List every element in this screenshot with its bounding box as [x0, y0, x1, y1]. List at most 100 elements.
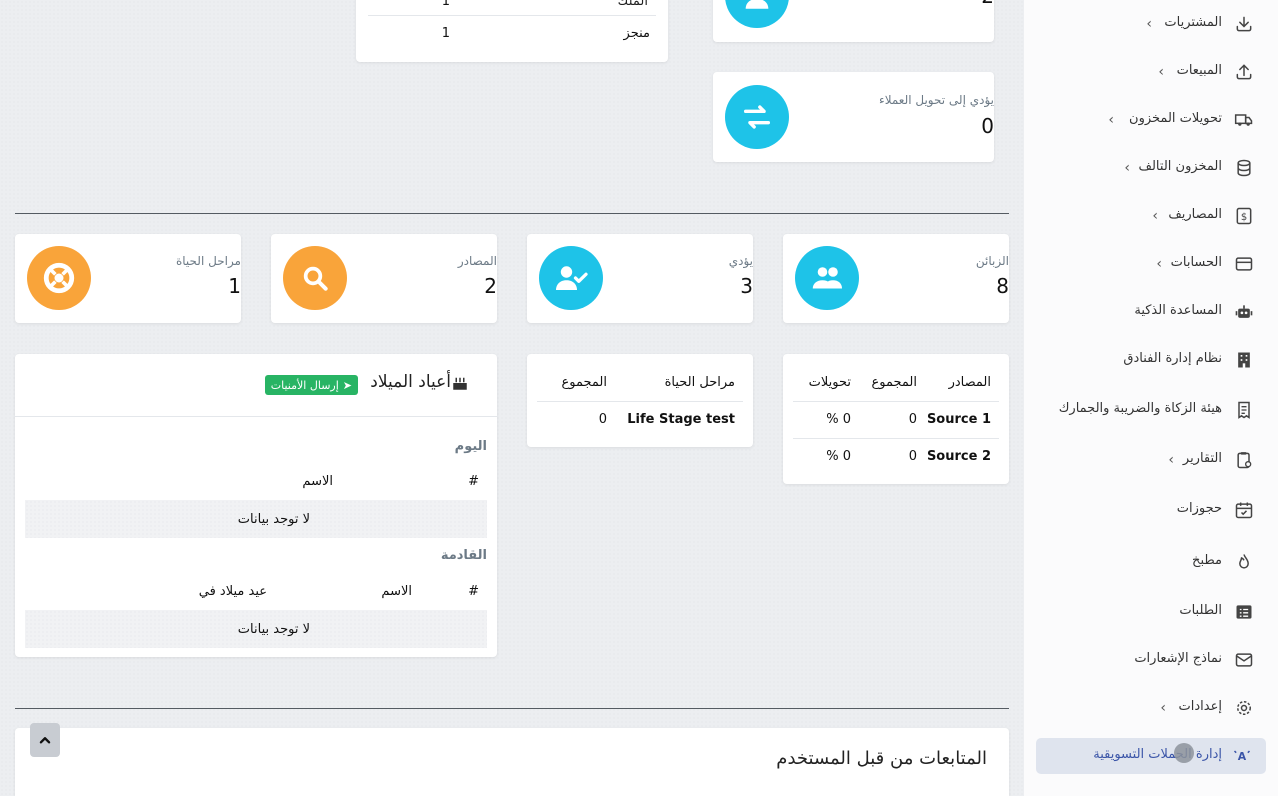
sidebar-item-label: نماذج الإشعارات: [1134, 651, 1222, 666]
column-header: مراحل الحياة: [664, 375, 735, 390]
empty-message: لا توجد بيانات: [237, 622, 310, 637]
stat-card-life-stages: مراحل الحياة 1: [15, 234, 241, 323]
sidebar-item-label: هيئة الزكاة والضريبة والجمارك: [1058, 401, 1222, 416]
sidebar-item-zakat-authority[interactable]: هيئة الزكاة والضريبة والجمارك: [1024, 392, 1278, 428]
table-cell: 0 %: [826, 412, 851, 427]
card-header-divider: [15, 416, 497, 417]
robot-icon: [1235, 305, 1253, 318]
sources-table-card: المصادر المجموع تحويلات Source 1 0 0 % S…: [783, 354, 1009, 484]
sidebar-item-sales[interactable]: المبيعات ›: [1024, 54, 1278, 90]
send-wishes-label: إرسال الأمنيات: [270, 378, 339, 392]
table-cell: 0: [908, 449, 917, 464]
upload-icon: [1236, 64, 1252, 80]
chevron-icon: ›: [1108, 112, 1114, 128]
sidebar-item-hotel-management[interactable]: نظام إدارة الفنادق: [1024, 342, 1278, 378]
exchange-icon: [725, 85, 789, 149]
chevron-icon: ›: [1146, 16, 1152, 32]
sidebar-item-label: المشتريات: [1164, 15, 1222, 30]
table-cell-label: منجز: [623, 26, 650, 41]
sidebar-item-settings[interactable]: إعدادات ›: [1024, 690, 1278, 726]
user-check-icon: [539, 246, 603, 310]
telegram-icon: ➤: [342, 378, 352, 392]
sidebar-item-expenses[interactable]: $ المصاريف ›: [1024, 198, 1278, 234]
sidebar-item-smart-assistant[interactable]: المساعدة الذكية: [1024, 294, 1278, 330]
stat-label: مراحل الحياة: [175, 254, 241, 268]
upcoming-label: القادمة: [440, 548, 487, 563]
stat-value: 2: [981, 0, 994, 8]
sidebar-item-bookings[interactable]: حجوزات: [1024, 492, 1278, 528]
lifebuoy-icon: [27, 246, 91, 310]
sidebar-item-kitchen[interactable]: مطبخ: [1024, 544, 1278, 580]
sidebar-item-orders[interactable]: الطلبات: [1024, 594, 1278, 630]
birthdays-title: أعياد الميلاد: [370, 372, 451, 392]
translate-icon: A: [1233, 750, 1251, 763]
scroll-to-top-button[interactable]: [30, 723, 60, 757]
stat-card-customers: الزبائن 8: [783, 234, 1009, 323]
send-wishes-button[interactable]: ➤ إرسال الأمنيات: [264, 375, 358, 395]
column-header: #: [468, 474, 479, 489]
credit-card-icon: [1235, 257, 1253, 271]
chevron-icon: ›: [1152, 208, 1158, 224]
column-header: الاسم: [302, 474, 333, 489]
sidebar-item-label: مطبخ: [1192, 553, 1222, 568]
sidebar-item-label: المصاريف: [1168, 207, 1222, 222]
column-header: تحويلات: [808, 375, 851, 390]
chevron-icon: ›: [1156, 256, 1162, 272]
stat-label: يؤدي إلى تحويل العملاء: [879, 93, 994, 107]
empty-message: لا توجد بيانات: [237, 512, 310, 527]
followups-card: المتابعات من قبل المستخدم: [15, 728, 1009, 796]
sidebar-item-label: نظام إدارة الفنادق: [1123, 351, 1222, 366]
table-cell-value: 1: [441, 26, 450, 41]
table-cell: 0 %: [826, 449, 851, 464]
table-divider: [537, 401, 743, 402]
stat-card-leads: يؤدي 3: [527, 234, 753, 323]
svg-text:$: $: [1241, 212, 1247, 223]
sidebar-item-notification-templates[interactable]: نماذج الإشعارات: [1024, 642, 1278, 678]
lifestage-table-card: مراحل الحياة المجموع Life Stage test 0: [527, 354, 753, 447]
sidebar-item-damaged-stock[interactable]: المخزون التالف ›: [1024, 150, 1278, 186]
stat-label: الزبائن: [975, 254, 1009, 268]
sidebar-item-label: حجوزات: [1176, 501, 1222, 516]
stat-value: 0: [981, 114, 994, 138]
chevron-icon: ›: [1160, 700, 1166, 716]
chevron-up-icon: [39, 737, 51, 744]
sidebar-item-label: المساعدة الذكية: [1134, 303, 1222, 318]
sidebar-item-reports[interactable]: التقارير ›: [1024, 442, 1278, 478]
sidebar-item-label: الطلبات: [1179, 603, 1222, 618]
table-cell: Source 2: [926, 449, 991, 464]
list-icon: [1236, 605, 1252, 619]
sidebar-item-stock-transfers[interactable]: تحويلات المخزون ›: [1024, 102, 1278, 138]
sidebar-item-label: المخزون التالف: [1138, 159, 1222, 174]
table-divider: [793, 401, 999, 402]
download-icon: [1236, 16, 1252, 32]
table-divider: [368, 15, 656, 16]
main-content: الملك 1 منجز 1 2 يؤدي إلى تحويل العملاء …: [0, 0, 1024, 796]
table-divider: [793, 438, 999, 439]
dollar-icon: $: [1236, 207, 1252, 225]
column-header: عيد ميلاد في: [198, 584, 267, 599]
lifecycle-table-card: الملك 1 منجز 1: [356, 0, 668, 62]
cake-icon: [451, 374, 469, 392]
loading-indicator: [1174, 743, 1194, 763]
section-divider: [15, 708, 1009, 709]
stat-label: يؤدي: [728, 254, 753, 268]
column-header: المجموع: [871, 375, 917, 390]
birthdays-card: أعياد الميلاد ➤ إرسال الأمنيات اليوم # ا…: [15, 354, 497, 657]
sidebar-item-accounts[interactable]: الحسابات ›: [1024, 246, 1278, 282]
sidebar-item-marketing-campaigns[interactable]: A إدارة الحملات التسويقية: [1036, 738, 1266, 774]
fire-icon: [1239, 554, 1249, 569]
building-icon: [1238, 352, 1250, 368]
sidebar-item-purchases[interactable]: المشتريات ›: [1024, 6, 1278, 42]
sidebar-item-label: إدارة الحملات التسويقية: [1093, 747, 1222, 762]
table-cell: Source 1: [926, 412, 991, 427]
column-header: المجموع: [561, 375, 607, 390]
sidebar: المشتريات › المبيعات › تحويلات المخزون ›…: [1024, 0, 1278, 796]
table-cell-value: 1: [441, 0, 450, 9]
table-cell: Life Stage test: [627, 412, 735, 427]
users-icon: [795, 246, 859, 310]
search-icon: [283, 246, 347, 310]
chevron-icon: ›: [1124, 160, 1130, 176]
receipt-icon: [1238, 401, 1250, 419]
calendar-check-icon: [1235, 502, 1253, 519]
section-divider: [15, 213, 1009, 214]
